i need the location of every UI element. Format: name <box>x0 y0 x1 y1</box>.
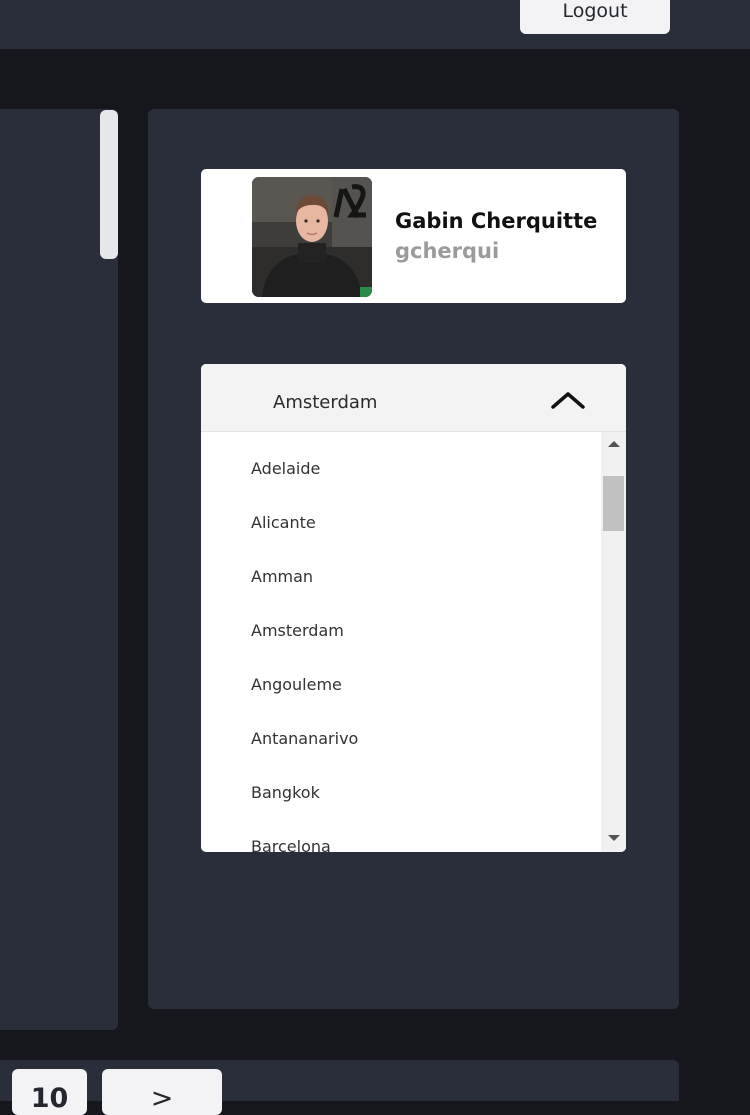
profile-login: gcherqui <box>395 239 500 263</box>
campus-selected-value: Amsterdam <box>273 392 378 413</box>
scroll-up-arrow-icon[interactable] <box>608 441 620 447</box>
option-angouleme[interactable]: Angouleme <box>251 675 342 694</box>
option-amman[interactable]: Amman <box>251 567 313 586</box>
option-list-scroll-thumb[interactable] <box>603 476 624 531</box>
option-list-scrollbar[interactable] <box>601 432 626 852</box>
scroll-down-arrow-icon[interactable] <box>608 835 620 841</box>
left-panel-scrollbar-thumb[interactable] <box>100 110 118 259</box>
logout-button[interactable]: Logout <box>520 0 670 34</box>
avatar <box>252 177 372 297</box>
next-page-button[interactable]: > <box>102 1069 222 1115</box>
option-alicante[interactable]: Alicante <box>251 513 316 532</box>
page-size-button[interactable]: 10 <box>12 1069 87 1115</box>
option-barcelona[interactable]: Barcelona <box>251 837 331 852</box>
campus-dropdown[interactable]: Amsterdam Adelaide Alicante Amman Amster… <box>201 364 626 852</box>
option-adelaide[interactable]: Adelaide <box>251 459 320 478</box>
top-navbar: Logout <box>0 0 750 49</box>
avatar-photo <box>252 177 372 297</box>
campus-option-list: Adelaide Alicante Amman Amsterdam Angoul… <box>201 432 601 852</box>
profile-card: Gabin Cherquitte gcherqui <box>201 169 626 303</box>
campus-dropdown-toggle[interactable]: Amsterdam <box>201 364 626 432</box>
chevron-up-icon[interactable] <box>550 390 586 410</box>
option-amsterdam[interactable]: Amsterdam <box>251 621 344 640</box>
option-bangkok[interactable]: Bangkok <box>251 783 320 802</box>
profile-full-name: Gabin Cherquitte <box>395 209 598 233</box>
option-antananarivo[interactable]: Antananarivo <box>251 729 358 748</box>
